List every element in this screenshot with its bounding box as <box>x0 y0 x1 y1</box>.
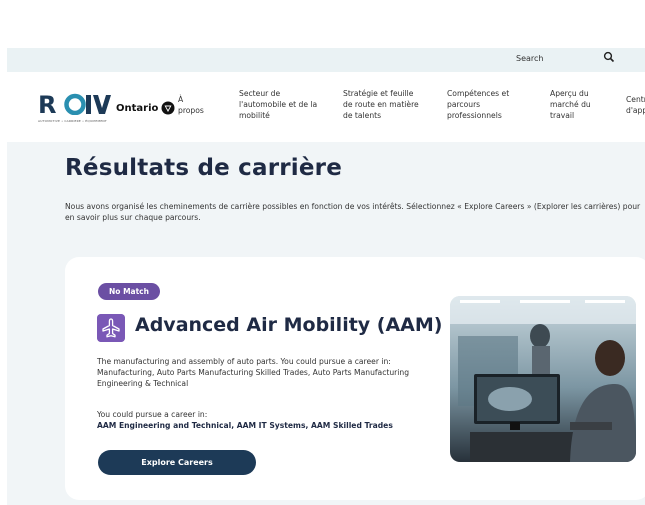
search-icon[interactable] <box>603 51 615 63</box>
career-title: Advanced Air Mobility (AAM) <box>135 314 443 336</box>
career-description: The manufacturing and assembly of auto p… <box>97 357 410 388</box>
nav-item-learning-centre[interactable]: Centred'appr <box>626 94 645 116</box>
ontario-logo[interactable]: Ontario <box>116 101 175 115</box>
pursue-label: You could pursue a career in: <box>97 410 208 419</box>
roiv-logo[interactable]: R <box>38 93 113 115</box>
ontario-label: Ontario <box>116 102 159 114</box>
search-label[interactable]: Search <box>516 54 543 63</box>
explore-careers-button[interactable]: Explore Careers <box>98 450 256 475</box>
nav-item-talent-strategy[interactable]: Stratégie et feuille de route en matière d… <box>343 88 419 121</box>
nav-item-about[interactable]: Àpropos <box>178 94 204 116</box>
engineer-at-computer-photo <box>450 296 636 462</box>
utility-bar: Search <box>7 48 645 72</box>
pursue-list: AAM Engineering and Technical, AAM IT Sy… <box>97 421 393 430</box>
logo-subtext: AUTOMOTIVE • CARRIERE • ÉQUIPEMENT <box>38 119 107 123</box>
trillium-icon <box>161 101 175 115</box>
svg-text:R: R <box>38 93 56 115</box>
site-header: R AUTOMOTIVE • CARRIERE • ÉQUIPEMENT Ont… <box>7 72 645 142</box>
match-badge: No Match <box>98 283 160 300</box>
aircraft-icon <box>97 314 125 342</box>
nav-item-labour-market[interactable]: Aperçu du marché du travail <box>550 88 591 121</box>
nav-item-skills-pathways[interactable]: Compétences et parcours professionnels <box>447 88 509 121</box>
nav-item-automotive-sector[interactable]: Secteur de l'automobile et de la mobilité <box>239 88 317 121</box>
intro-text: Nous avons organisé les cheminements de … <box>65 202 641 222</box>
page-title: Résultats de carrière <box>65 155 342 181</box>
